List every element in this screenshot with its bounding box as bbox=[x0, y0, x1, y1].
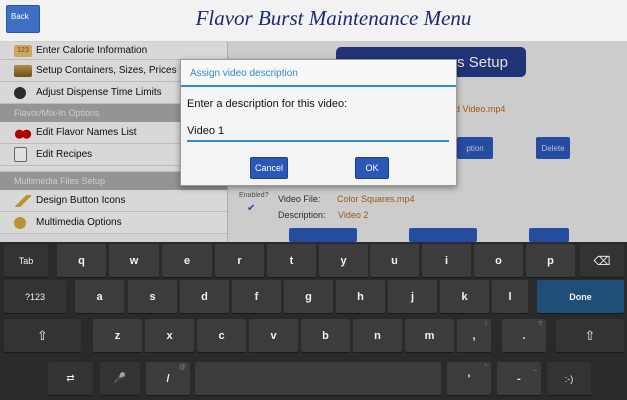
key-a[interactable]: a bbox=[75, 280, 124, 313]
dialog-prompt: Enter a description for this video: bbox=[187, 98, 348, 110]
key-slash[interactable]: / @ bbox=[146, 362, 190, 395]
key-s[interactable]: s bbox=[128, 280, 177, 313]
soft-keyboard: Tab q w e r t y u i o p ⌫ ?123 a s d f g… bbox=[0, 242, 627, 400]
smiley-key[interactable]: :-) bbox=[547, 362, 591, 395]
assign-description-dialog: Assign video description Enter a descrip… bbox=[180, 59, 457, 186]
key-m[interactable]: m bbox=[405, 319, 454, 352]
key-label: . bbox=[522, 329, 526, 342]
key-label: , bbox=[472, 329, 476, 342]
key-label: / bbox=[166, 372, 170, 385]
key-alt-label: " bbox=[484, 364, 488, 371]
key-c[interactable]: c bbox=[197, 319, 246, 352]
space-bar[interactable] bbox=[195, 362, 441, 395]
title-bar: Back Flavor Burst Maintenance Menu bbox=[0, 0, 627, 42]
key-t[interactable]: t bbox=[267, 244, 316, 277]
key-o[interactable]: o bbox=[474, 244, 523, 277]
key-apostrophe[interactable]: ' " bbox=[447, 362, 491, 395]
key-alt-label: ? bbox=[538, 321, 542, 328]
key-comma[interactable]: , ! bbox=[457, 319, 491, 352]
key-p[interactable]: p bbox=[526, 244, 575, 277]
key-label: ' bbox=[467, 372, 471, 385]
key-alt-label: @ bbox=[178, 364, 186, 371]
ok-button[interactable]: OK bbox=[355, 157, 389, 179]
shift-key-left[interactable]: ⇧ bbox=[4, 319, 81, 352]
backspace-key[interactable]: ⌫ bbox=[580, 244, 624, 277]
key-i[interactable]: i bbox=[422, 244, 471, 277]
dialog-title: Assign video description bbox=[181, 60, 456, 87]
key-w[interactable]: w bbox=[109, 244, 159, 277]
key-symbols[interactable]: ?123 bbox=[4, 280, 66, 313]
done-key[interactable]: Done bbox=[537, 280, 624, 313]
key-q[interactable]: q bbox=[57, 244, 106, 277]
key-tab[interactable]: Tab bbox=[4, 244, 48, 277]
key-g[interactable]: g bbox=[284, 280, 333, 313]
key-v[interactable]: v bbox=[249, 319, 298, 352]
key-d[interactable]: d bbox=[180, 280, 229, 313]
key-label: - bbox=[517, 372, 521, 385]
key-y[interactable]: y bbox=[319, 244, 368, 277]
key-x[interactable]: x bbox=[145, 319, 194, 352]
key-j[interactable]: j bbox=[388, 280, 437, 313]
key-u[interactable]: u bbox=[370, 244, 419, 277]
key-z[interactable]: z bbox=[93, 319, 142, 352]
key-f[interactable]: f bbox=[232, 280, 281, 313]
key-e[interactable]: e bbox=[162, 244, 212, 277]
shift-key-right[interactable]: ⇧ bbox=[556, 319, 624, 352]
key-r[interactable]: r bbox=[215, 244, 264, 277]
key-n[interactable]: n bbox=[353, 319, 402, 352]
key-period[interactable]: . ? bbox=[502, 319, 546, 352]
key-k[interactable]: k bbox=[440, 280, 489, 313]
cancel-button[interactable]: Cancel bbox=[250, 157, 288, 179]
page-title: Flavor Burst Maintenance Menu bbox=[195, 6, 472, 30]
key-l[interactable]: l bbox=[492, 280, 528, 313]
description-input[interactable] bbox=[187, 122, 449, 142]
key-alt-label: ! bbox=[485, 321, 487, 328]
microphone-key[interactable]: 🎤 bbox=[100, 362, 140, 395]
key-settings[interactable]: ⇄ bbox=[48, 362, 93, 395]
key-b[interactable]: b bbox=[301, 319, 350, 352]
key-alt-label: _ bbox=[533, 364, 537, 371]
key-dash[interactable]: - _ bbox=[497, 362, 541, 395]
key-h[interactable]: h bbox=[336, 280, 385, 313]
